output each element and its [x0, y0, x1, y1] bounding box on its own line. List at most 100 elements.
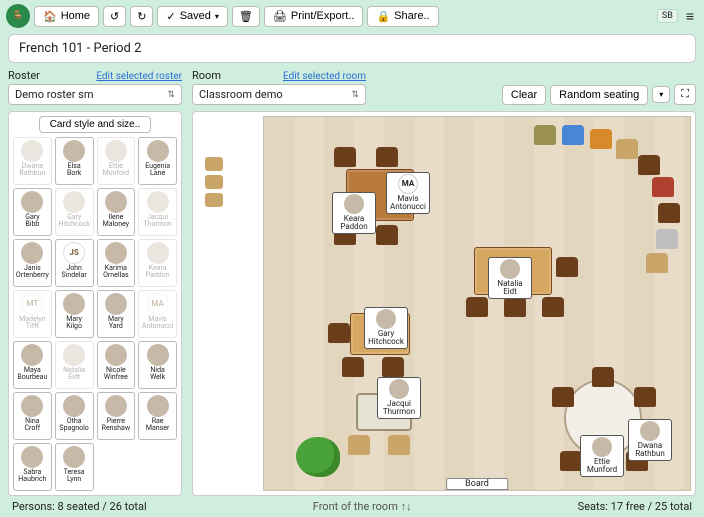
saved-button[interactable]: ✓ Saved ▾	[157, 6, 227, 27]
chair[interactable]	[646, 253, 668, 273]
fullscreen-button[interactable]: ⛶	[674, 84, 696, 105]
chair[interactable]	[552, 387, 574, 407]
person-name: John Sindelar	[61, 265, 86, 280]
roster-person[interactable]: Natalia Eidt	[55, 341, 94, 389]
chair[interactable]	[376, 147, 398, 167]
chair[interactable]	[382, 357, 404, 377]
roster-person[interactable]: MAMavis Antonucci	[138, 290, 177, 338]
chair[interactable]	[562, 125, 584, 145]
roster-person[interactable]: Gary Hitchcock	[55, 188, 94, 236]
chair[interactable]	[348, 435, 370, 455]
roster-person[interactable]: Dwana Rathbun	[13, 137, 52, 185]
avatar	[105, 140, 127, 162]
undo-button[interactable]: ↺	[103, 6, 126, 27]
board-label[interactable]: Board	[446, 478, 508, 490]
seated-card[interactable]: Gary Hitchcock	[364, 307, 408, 349]
select-arrows-icon: ⇅	[167, 90, 175, 100]
roster-person[interactable]: Nina Croff	[13, 392, 52, 440]
roster-person[interactable]: Nida Welk	[138, 341, 177, 389]
user-badge[interactable]: SB	[657, 9, 678, 23]
chair[interactable]	[638, 155, 660, 175]
roster-person[interactable]: JSJohn Sindelar	[55, 239, 94, 287]
person-name: Pierre Renshaw	[102, 418, 130, 433]
chair[interactable]	[634, 387, 656, 407]
room-canvas[interactable]: Board Keara PaddonMAMavis Antonucci Natal…	[192, 111, 696, 496]
status-bar: Persons: 8 seated / 26 total Front of th…	[0, 498, 704, 517]
plan-title[interactable]: French 101 - Period 2	[8, 34, 696, 63]
chair[interactable]	[556, 257, 578, 277]
random-seating-options[interactable]: ▾	[652, 86, 670, 103]
person-name: Eugenia Lane	[145, 163, 170, 178]
chair[interactable]	[534, 125, 556, 145]
person-name: Karima Ornellas	[103, 265, 129, 280]
seated-card[interactable]: MAMavis Antonucci	[386, 172, 430, 214]
person-name: Nicole Winfree	[104, 367, 128, 382]
seated-card[interactable]: Ettie Munford	[580, 435, 624, 477]
chair[interactable]	[592, 367, 614, 387]
roster-person[interactable]: Karima Ornellas	[97, 239, 136, 287]
chair[interactable]	[652, 177, 674, 197]
home-button[interactable]: 🏠 Home	[34, 6, 99, 27]
roster-person[interactable]: Mary Kilgo	[55, 290, 94, 338]
chair[interactable]	[388, 435, 410, 455]
home-label: Home	[61, 10, 90, 22]
roster-person[interactable]: Ilene Maloney	[97, 188, 136, 236]
roster-select[interactable]: Demo roster sm ⇅	[8, 84, 182, 105]
seated-card[interactable]: Dwana Rathbun	[628, 419, 672, 461]
chair[interactable]	[466, 297, 488, 317]
roster-person[interactable]: Teresa Lynn	[55, 443, 94, 491]
roster-person[interactable]: Jacqui Thurmon	[138, 188, 177, 236]
room-select[interactable]: Classroom demo ⇅	[192, 84, 366, 105]
roster-person[interactable]: Eugenia Lane	[138, 137, 177, 185]
roster-person[interactable]: Pierre Renshaw	[97, 392, 136, 440]
roster-person[interactable]: Sabra Haubrich	[13, 443, 52, 491]
redo-button[interactable]: ↻	[130, 6, 153, 27]
edit-roster-link[interactable]: Edit selected roster	[96, 71, 182, 82]
roster-person[interactable]: Gary Bibb	[13, 188, 52, 236]
seated-card[interactable]: Keara Paddon	[332, 192, 376, 234]
print-export-button[interactable]: 🖨 Print/Export..	[264, 6, 364, 27]
roster-person[interactable]: Nicole Winfree	[97, 341, 136, 389]
roster-person[interactable]: MTMadelyn Tifft	[13, 290, 52, 338]
share-button[interactable]: 🔒 Share..	[367, 6, 438, 27]
chair[interactable]	[504, 297, 526, 317]
room-select-value: Classroom demo	[199, 88, 283, 101]
chair[interactable]	[334, 147, 356, 167]
avatar	[105, 293, 127, 315]
roster-person[interactable]: Rae Manser	[138, 392, 177, 440]
roster-heading: Roster	[8, 69, 40, 82]
roster-person[interactable]: Otha Spagnolo	[55, 392, 94, 440]
edit-room-link[interactable]: Edit selected room	[283, 71, 366, 82]
chair[interactable]	[328, 323, 350, 343]
front-of-room-label[interactable]: Front of the room ↑↓	[147, 500, 578, 513]
delete-button[interactable]: 🗑	[232, 6, 260, 27]
card-style-button[interactable]: Card style and size..	[39, 116, 152, 133]
person-name: Nina Croff	[25, 418, 41, 433]
avatar: MA	[147, 293, 169, 315]
avatar	[105, 395, 127, 417]
chair[interactable]	[542, 297, 564, 317]
roster-person[interactable]: Keara Paddon	[138, 239, 177, 287]
floor: Board Keara PaddonMAMavis Antonucci Natal…	[263, 116, 691, 491]
chair[interactable]	[590, 129, 612, 149]
seated-card[interactable]: Natalia Eidt	[488, 257, 532, 299]
chair[interactable]	[560, 451, 582, 471]
roster-person[interactable]: Elsa Bork	[55, 137, 94, 185]
roster-person[interactable]: Ettie Munford	[97, 137, 136, 185]
roster-person[interactable]: Maya Bourbeau	[13, 341, 52, 389]
seated-name: Jacqui Thurmon	[380, 400, 418, 417]
chair[interactable]	[616, 139, 638, 159]
roster-person[interactable]: Janis Ortenberry	[13, 239, 52, 287]
menu-icon[interactable]: ≡	[682, 8, 698, 25]
random-seating-button[interactable]: Random seating	[550, 85, 648, 105]
clear-button[interactable]: Clear	[502, 85, 546, 105]
chair[interactable]	[658, 203, 680, 223]
roster-person[interactable]: Mary Yard	[97, 290, 136, 338]
chair[interactable]	[656, 229, 678, 249]
chair[interactable]	[342, 357, 364, 377]
seated-card[interactable]: Jacqui Thurmon	[377, 377, 421, 419]
chair[interactable]	[376, 225, 398, 245]
plant[interactable]	[296, 437, 340, 477]
seated-name: Natalia Eidt	[491, 280, 529, 297]
toolbar: 🪑 🏠 Home ↺ ↻ ✓ Saved ▾ 🗑 🖨 Print/Export.…	[0, 0, 704, 32]
